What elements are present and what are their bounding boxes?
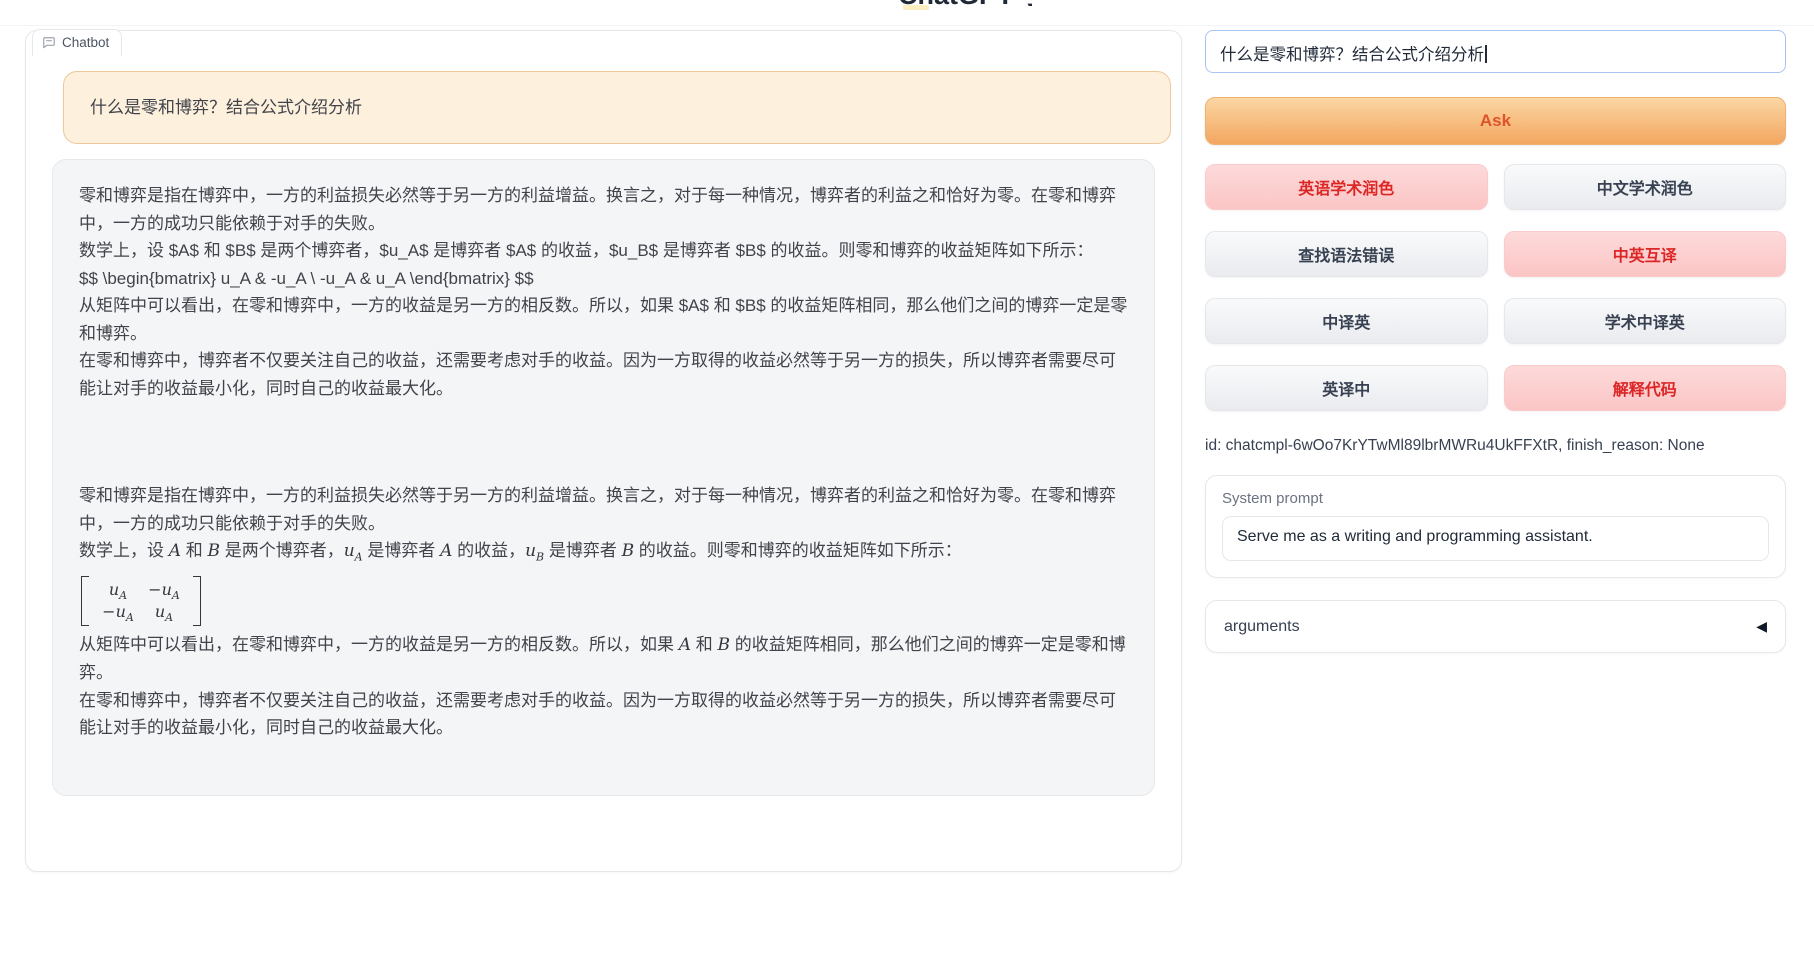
payoff-matrix: uA −uA −uA uA	[81, 575, 1128, 627]
matrix-left-bracket	[81, 576, 89, 626]
text-cursor	[1485, 45, 1487, 63]
fn-button-academic-zh-to-en[interactable]: 学术中译英	[1504, 298, 1787, 344]
bot-paragraph-with-math: 数学上，设 A 和 B 是两个博弈者，uA 是博弈者 A 的收益，uB 是博弈者…	[79, 537, 1128, 571]
control-column: 什么是零和博弈？结合公式介绍分析 Ask 英语学术润色 中文学术润色 查找语法错…	[1205, 30, 1786, 653]
matrix-cell: −uA	[141, 579, 187, 601]
bot-paragraph: 从矩阵中可以看出，在零和博弈中，一方的收益是另一方的相反数。所以，如果 $A$ …	[79, 292, 1128, 347]
user-message: 什么是零和博弈？结合公式介绍分析	[63, 71, 1171, 144]
system-prompt-input[interactable]: Serve me as a writing and programming as…	[1222, 516, 1769, 561]
matrix-right-bracket	[193, 576, 201, 626]
chatbot-label: Chatbot	[32, 29, 122, 56]
fn-button-zh-en-mutual-translate[interactable]: 中英互译	[1504, 231, 1787, 277]
system-prompt-label: System prompt	[1222, 490, 1769, 507]
chatbot-label-text: Chatbot	[62, 35, 109, 50]
top-divider	[0, 25, 1814, 26]
response-status-line: id: chatcmpl-6wOo7KrYTwMl89lbrMWRu4UkFFX…	[1205, 437, 1786, 455]
fn-button-find-grammar-errors[interactable]: 查找语法错误	[1205, 231, 1488, 277]
math-var: uB	[525, 541, 544, 561]
math-var: A	[440, 541, 452, 561]
function-button-grid: 英语学术润色 中文学术润色 查找语法错误 中英互译 中译英 学术中译英 英译中 …	[1205, 164, 1786, 411]
arguments-label: arguments	[1224, 618, 1300, 636]
fn-button-zh-to-en[interactable]: 中译英	[1205, 298, 1488, 344]
bot-paragraph: 在零和博弈中，博弈者不仅要关注自己的收益，还需要考虑对手的收益。因为一方取得的收…	[79, 687, 1128, 742]
math-var: A	[679, 635, 691, 655]
bot-paragraph: 在零和博弈中，博弈者不仅要关注自己的收益，还需要考虑对手的收益。因为一方取得的收…	[79, 347, 1128, 402]
fn-button-en-to-zh[interactable]: 英译中	[1205, 365, 1488, 411]
system-prompt-panel: System prompt Serve me as a writing and …	[1205, 475, 1786, 578]
bot-rendered-block: 零和博弈是指在博弈中，一方的利益损失必然等于另一方的利益增益。换言之，对于每一种…	[79, 482, 1128, 742]
math-var: B	[622, 541, 635, 561]
math-var: uA	[344, 541, 363, 561]
bot-paragraph: 零和博弈是指在博弈中，一方的利益损失必然等于另一方的利益增益。换言之，对于每一种…	[79, 182, 1128, 237]
collapse-arrow-icon: ◀	[1756, 618, 1767, 635]
bot-latex-formula: $$ \begin{bmatrix} u_A & -u_A \ -u_A & u…	[79, 265, 1128, 293]
title-underline-mark	[903, 5, 929, 10]
message-gap	[79, 402, 1128, 482]
user-message-text: 什么是零和博弈？结合公式介绍分析	[90, 98, 362, 117]
ask-button[interactable]: Ask	[1205, 97, 1786, 145]
chat-bubble-icon	[42, 36, 56, 50]
fn-button-english-academic-polish[interactable]: 英语学术润色	[1205, 164, 1488, 210]
math-var: A	[169, 541, 181, 561]
bot-raw-block: 零和博弈是指在博弈中，一方的利益损失必然等于另一方的利益增益。换言之，对于每一种…	[79, 182, 1128, 402]
arguments-accordion[interactable]: arguments ◀	[1205, 600, 1786, 653]
matrix-cell: uA	[95, 579, 141, 601]
fn-button-explain-code[interactable]: 解释代码	[1504, 365, 1787, 411]
bot-paragraph-with-math: 从矩阵中可以看出，在零和博弈中，一方的收益是另一方的相反数。所以，如果 A 和 …	[79, 631, 1128, 687]
matrix-cell: uA	[141, 601, 187, 623]
math-var: B	[207, 541, 220, 561]
bot-paragraph: 数学上，设 $A$ 和 $B$ 是两个博弈者，$u_A$ 是博弈者 $A$ 的收…	[79, 237, 1128, 265]
question-input[interactable]: 什么是零和博弈？结合公式介绍分析	[1205, 30, 1786, 73]
matrix-cell: −uA	[95, 601, 141, 623]
bot-message: 零和博弈是指在博弈中，一方的利益损失必然等于另一方的利益增益。换言之，对于每一种…	[52, 159, 1155, 796]
question-input-value: 什么是零和博弈？结合公式介绍分析	[1220, 46, 1484, 64]
system-prompt-value: Serve me as a writing and programming as…	[1237, 528, 1593, 545]
math-var: B	[717, 635, 730, 655]
chatbot-panel: Chatbot 什么是零和博弈？结合公式介绍分析 零和博弈是指在博弈中，一方的利…	[25, 30, 1182, 872]
fn-button-chinese-academic-polish[interactable]: 中文学术润色	[1504, 164, 1787, 210]
bot-paragraph: 零和博弈是指在博弈中，一方的利益损失必然等于另一方的利益增益。换言之，对于每一种…	[79, 482, 1128, 537]
